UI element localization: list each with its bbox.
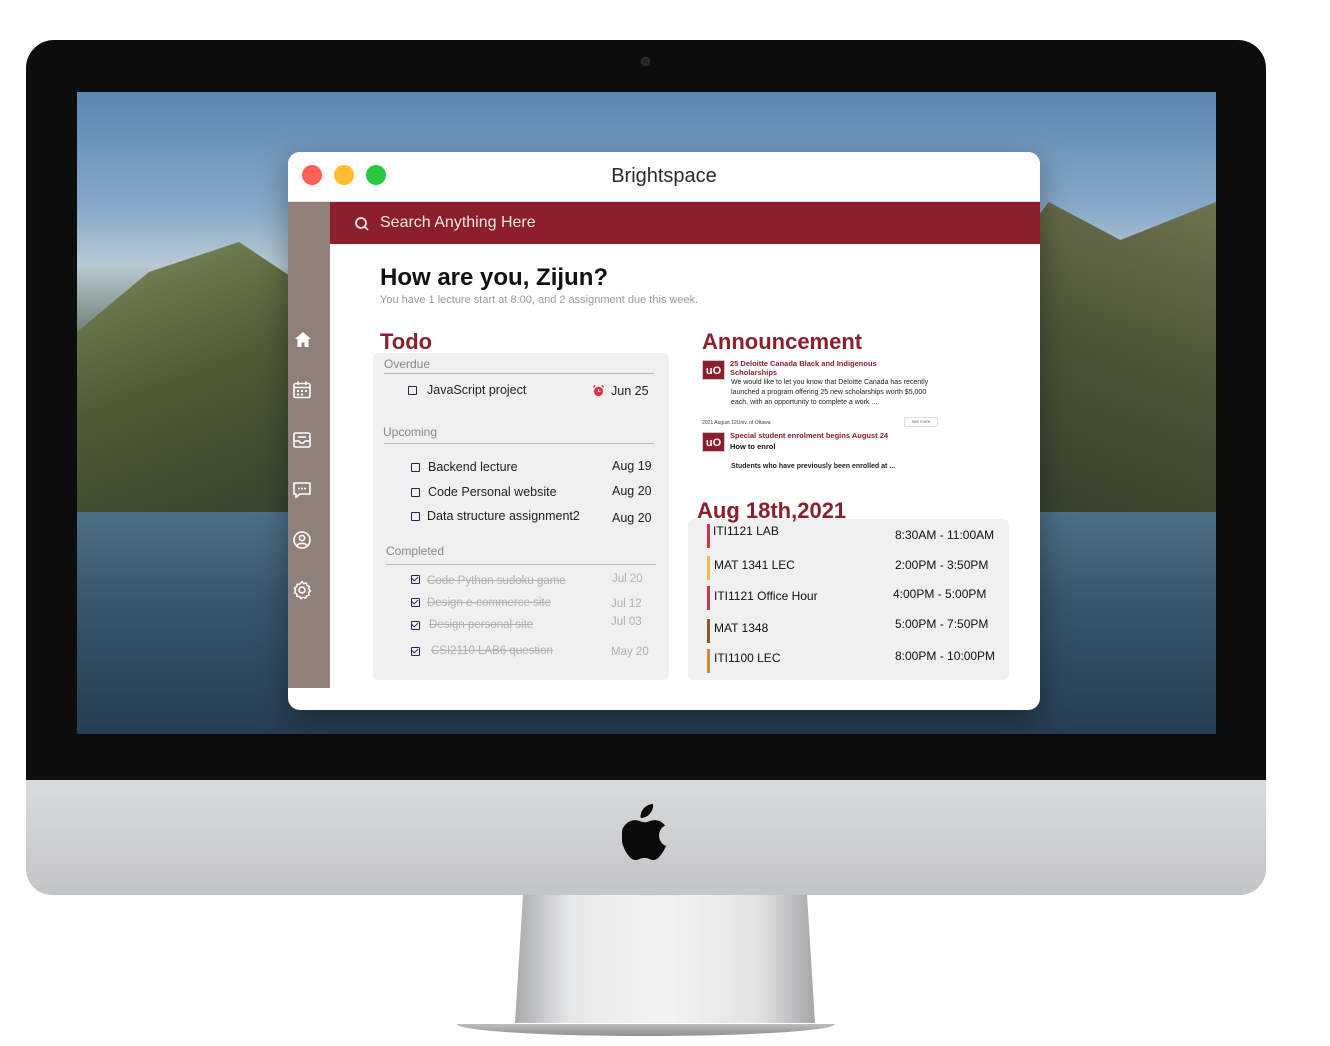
greeting-subtitle: You have 1 lecture start at 8:00, and 2 … <box>380 294 699 306</box>
todo-item-date: Jul 20 <box>612 573 643 585</box>
uottawa-logo: uO <box>702 432 725 452</box>
todo-checkbox[interactable] <box>411 488 420 497</box>
todo-item[interactable]: Data structure assignment2 Aug 20 <box>409 509 654 527</box>
schedule-item-name: ITI1121 Office Hour <box>714 589 818 603</box>
todo-upcoming-label: Upcoming <box>383 425 438 439</box>
search-bar <box>330 202 1040 244</box>
todo-item-date: Jul 12 <box>611 598 642 610</box>
inbox-icon[interactable] <box>290 428 314 452</box>
schedule-item-color-bar <box>707 649 710 673</box>
todo-item-date: Aug 19 <box>612 459 652 473</box>
todo-item[interactable]: Code Python sudoku game Jul 20 <box>409 573 654 589</box>
todo-completed-label: Completed <box>386 544 445 558</box>
sidebar <box>288 202 330 688</box>
todo-item-date: Aug 20 <box>612 511 652 525</box>
todo-item-date: Jul 03 <box>611 616 642 628</box>
todo-item[interactable]: CSI2110 LAB6 question May 20 <box>409 645 654 661</box>
schedule-item-time: 2:00PM - 3:50PM <box>895 558 989 572</box>
announcement-title: Announcement <box>702 329 863 354</box>
camera-icon <box>641 57 650 66</box>
todo-checkbox-checked[interactable] <box>411 647 420 656</box>
todo-item-label: Backend lecture <box>428 460 518 474</box>
schedule-item[interactable]: MAT 1348 5:00PM - 7:50PM <box>707 617 1002 643</box>
announcement-item-title: 25 Deloitte Canada Black and Indigenous … <box>730 359 877 377</box>
todo-checkbox-checked[interactable] <box>411 621 420 630</box>
alarm-icon <box>592 384 605 397</box>
schedule-item-color-bar <box>707 586 710 610</box>
schedule-item-name: MAT 1341 LEC <box>714 558 795 572</box>
schedule-item[interactable]: MAT 1341 LEC 2:00PM - 3:50PM <box>707 556 1002 580</box>
profile-icon[interactable] <box>290 528 314 552</box>
calendar-icon[interactable] <box>290 378 314 402</box>
todo-item[interactable]: JavaScript project Jun 25 <box>406 382 656 400</box>
divider <box>384 443 654 444</box>
todo-item-label: CSI2110 LAB6 question <box>431 645 553 657</box>
schedule-item-color-bar <box>707 524 710 548</box>
divider <box>386 564 656 565</box>
schedule-item-color-bar <box>707 619 710 643</box>
window-title: Brightspace <box>611 165 717 187</box>
chat-icon[interactable] <box>290 478 314 502</box>
divider <box>384 373 654 374</box>
todo-item-label: Design e-commerce site <box>427 597 551 609</box>
todo-checkbox[interactable] <box>411 463 420 472</box>
todo-item-date: May 20 <box>611 646 649 658</box>
announcement-item-body: Students who have previously been enroll… <box>731 463 896 470</box>
todo-item-label: Code Python sudoku game <box>427 575 566 587</box>
schedule-item-time: 8:30AM - 11:00AM <box>895 528 995 542</box>
app-window: Brightspace Search Anything Here How are… <box>288 152 1040 710</box>
todo-item-label: Design personal site <box>429 619 534 631</box>
announcement-item-subtitle: How to enrol <box>730 442 776 451</box>
gear-icon[interactable] <box>290 578 314 602</box>
todo-item-label: Data structure assignment2 <box>427 509 580 523</box>
todo-item-date: Aug 20 <box>612 484 652 498</box>
home-icon[interactable] <box>291 328 315 352</box>
schedule-item-name: ITI1100 LEC <box>714 651 781 665</box>
imac-stand <box>515 895 815 1023</box>
schedule-item-time: 4:00PM - 5:00PM <box>893 587 987 601</box>
todo-item[interactable]: Backend lecture Aug 19 <box>409 459 654 477</box>
schedule-item-color-bar <box>707 556 710 580</box>
schedule-item-time: 8:00PM - 10:00PM <box>895 649 996 663</box>
todo-item-label: JavaScript project <box>427 383 527 397</box>
announcement-item[interactable]: uO Special student enrolment begins Augu… <box>702 431 942 482</box>
apple-logo-icon <box>622 803 666 861</box>
todo-checkbox[interactable] <box>411 512 420 521</box>
todo-overdue-label: Overdue <box>384 357 431 371</box>
schedule-item-name: MAT 1348 <box>714 621 769 635</box>
announcement-item-body: We would like to let you know that Deloi… <box>731 379 929 406</box>
schedule-item[interactable]: ITI1121 LAB 8:30AM - 11:00AM <box>707 524 1002 548</box>
todo-item[interactable]: Design e-commerce site Jul 12 <box>409 596 654 612</box>
todo-item[interactable]: Code Personal website Aug 20 <box>409 484 654 503</box>
title-bar: Brightspace <box>288 152 1040 202</box>
uottawa-logo: uO <box>702 360 725 380</box>
schedule-date: Aug 18th,2021 <box>697 498 847 523</box>
todo-item[interactable]: Design personal site Jul 03 <box>409 616 654 634</box>
todo-title: Todo <box>380 329 433 354</box>
schedule-item-name: ITI1121 LAB <box>713 524 779 538</box>
announcement-item[interactable]: uO 25 Deloitte Canada Black and Indigeno… <box>702 358 942 413</box>
todo-checkbox-checked[interactable] <box>411 575 420 584</box>
schedule-item[interactable]: ITI1100 LEC 8:00PM - 10:00PM <box>707 649 1002 673</box>
search-input[interactable] <box>380 211 780 235</box>
search-icon[interactable] <box>354 216 370 232</box>
schedule-item-time: 5:00PM - 7:50PM <box>895 617 989 631</box>
see-more-button[interactable]: see more <box>904 417 938 427</box>
schedule-item[interactable]: ITI1121 Office Hour 4:00PM - 5:00PM <box>707 586 1002 610</box>
todo-item-label: Code Personal website <box>428 485 557 499</box>
announcement-item-meta: 2021 August 12Univ. of Ottawa <box>702 420 771 426</box>
imac-stand-base <box>457 1024 835 1036</box>
todo-item-date: Jun 25 <box>611 384 649 398</box>
todo-checkbox[interactable] <box>408 386 417 395</box>
todo-checkbox-checked[interactable] <box>411 598 420 607</box>
announcement-item-title: Special student enrolment begins August … <box>730 431 889 440</box>
greeting-title: How are you, Zijun? <box>380 264 609 291</box>
